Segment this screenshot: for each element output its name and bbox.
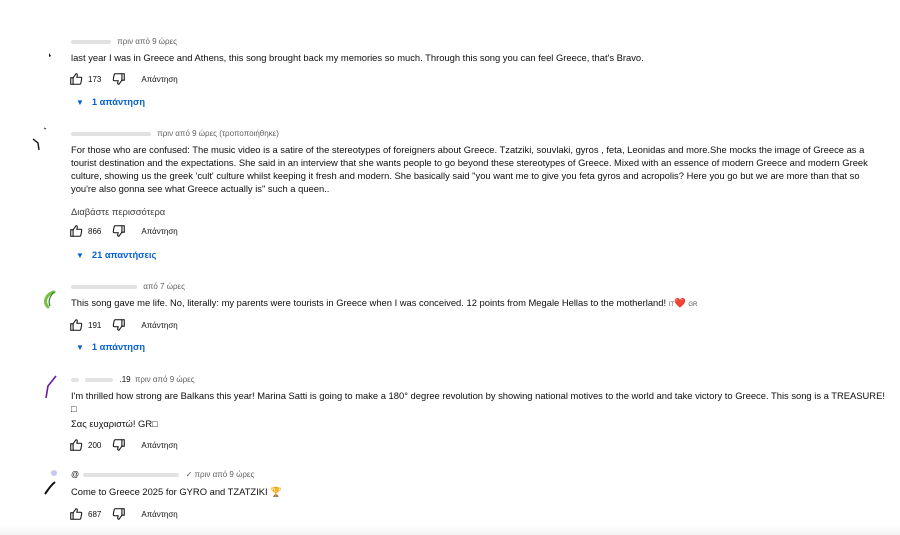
comment-text: For those who are confused: The music vi…	[71, 144, 868, 194]
reply-button[interactable]: Απάντηση	[141, 75, 177, 84]
comment-handle[interactable]: .19	[119, 375, 130, 384]
comment-text: I'm thrilled how strong are Balkans this…	[71, 390, 885, 414]
like-count: 200	[88, 440, 102, 450]
view-replies-button[interactable]: ▼ 1 απάντηση	[76, 342, 145, 352]
trophy-emoji: 🏆	[270, 486, 282, 497]
thumbs-down-icon[interactable]	[112, 507, 126, 521]
blurred-username	[85, 377, 114, 382]
replies-count-label: 1 απάντηση	[91, 97, 146, 107]
comment-meta: .19 πριν από 9 ώρες	[71, 375, 195, 384]
chevron-down-icon: ▼	[76, 97, 84, 107]
chevron-down-icon: ▼	[76, 342, 84, 352]
thumbs-down-icon[interactable]	[112, 438, 126, 452]
thumbs-up-icon[interactable]	[69, 224, 83, 238]
avatar[interactable]	[42, 374, 60, 399]
thumbs-up-icon[interactable]	[69, 318, 83, 332]
avatar[interactable]	[42, 290, 60, 309]
avatar[interactable]	[30, 126, 48, 151]
thumbs-up-icon[interactable]	[69, 438, 83, 452]
comment-text: Come to Greece 2025 for GYRO and TZATZIK…	[71, 485, 886, 498]
avatar[interactable]	[42, 46, 60, 64]
comment-actions: 191 Απάντηση	[69, 317, 178, 333]
reply-button[interactable]: Απάντηση	[141, 227, 177, 236]
blurred-username	[83, 472, 180, 477]
thumbs-down-icon[interactable]	[112, 224, 126, 238]
reply-button[interactable]: Απάντηση	[141, 321, 177, 330]
blurred-username	[71, 39, 111, 44]
comment-time[interactable]: πριν από 9 ώρες (τροποποιήθηκε)	[157, 129, 279, 138]
comment-time[interactable]: πριν από 9 ώρες	[135, 375, 195, 384]
comment-text-line2: Σας ευχαριστώ! GR□	[71, 418, 158, 429]
flag-code-gr: GR	[688, 302, 698, 308]
comment-time[interactable]: ✓ πριν από 9 ώρες	[186, 470, 255, 479]
comment-text-body: Come to Greece 2025 for GYRO and TZATZIK…	[71, 486, 268, 497]
avatar[interactable]	[42, 468, 60, 495]
chevron-down-icon: ▼	[76, 250, 84, 260]
blurred-username	[71, 377, 79, 382]
bottom-edge	[0, 525, 900, 535]
read-more-link[interactable]: Διαβάστε περισσότερα	[71, 206, 165, 217]
comment-text: This song gave me life. No, literally: m…	[71, 296, 886, 312]
comment-text-body: This song gave me life. No, literally: m…	[71, 297, 667, 308]
thumbs-up-icon[interactable]	[69, 507, 83, 521]
like-count: 191	[88, 320, 102, 330]
thumbs-down-icon[interactable]	[112, 318, 126, 332]
like-count: 173	[88, 74, 102, 84]
heart-emoji: ❤️	[674, 297, 686, 308]
comment-text: last year I was in Greece and Athens, th…	[71, 52, 644, 63]
replies-count-label: 1 απάντηση	[91, 342, 146, 352]
comment-time[interactable]: από 7 ώρες	[143, 282, 185, 291]
comment-time[interactable]: πριν από 9 ώρες	[117, 37, 177, 46]
reply-button[interactable]: Απάντηση	[141, 510, 177, 519]
thumbs-down-icon[interactable]	[112, 72, 126, 86]
comment-handle[interactable]: @	[71, 470, 79, 479]
replies-count-label: 21 απαντήσεις	[91, 250, 157, 260]
comment-actions: 200 Απάντηση	[69, 437, 178, 453]
comment-actions: 687 Απάντηση	[69, 506, 178, 522]
comment-actions: 866 Απάντηση	[69, 223, 178, 239]
comment-meta: πριν από 9 ώρες	[71, 37, 177, 46]
comment-actions: 173 Απάντηση	[69, 71, 178, 87]
comment-meta: πριν από 9 ώρες (τροποποιήθηκε)	[71, 129, 279, 138]
like-count: 687	[88, 509, 102, 519]
reply-button[interactable]: Απάντηση	[141, 441, 177, 450]
blurred-username	[71, 284, 137, 289]
comment-meta: @ ✓ πριν από 9 ώρες	[71, 470, 254, 479]
comment-meta: από 7 ώρες	[71, 282, 185, 291]
thumbs-up-icon[interactable]	[69, 72, 83, 86]
blurred-username	[71, 131, 151, 136]
view-replies-button[interactable]: ▼ 1 απάντηση	[76, 97, 145, 107]
like-count: 866	[88, 226, 102, 236]
view-replies-button[interactable]: ▼ 21 απαντήσεις	[76, 250, 156, 260]
